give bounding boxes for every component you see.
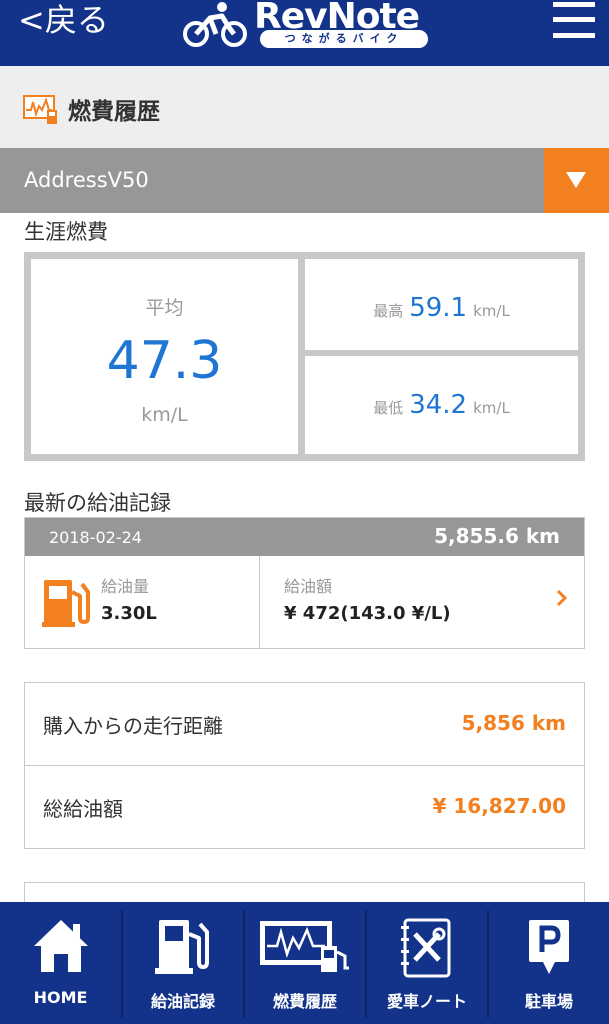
fuel-pump-icon	[42, 580, 90, 627]
lifetime-section-label: 生涯燃費	[24, 220, 108, 244]
nav-fuel-record[interactable]: 給油記録	[123, 902, 243, 1024]
amount-label: 給油額	[284, 577, 333, 596]
record-date: 2018-02-24	[49, 528, 142, 547]
vehicle-dropdown-button[interactable]	[544, 148, 609, 213]
record-detail-link[interactable]: 給油量 3.30L 給油額 ¥ 472(143.0 ¥/L)	[25, 556, 584, 648]
nav-home[interactable]: HOME	[0, 902, 121, 1024]
quantity-label: 給油量	[101, 577, 150, 596]
latest-refuel-card: 2018-02-24 5,855.6 km 給油量 3.30L 給油額 ¥ 47…	[24, 517, 585, 649]
vehicle-name: AddressV50	[24, 168, 149, 192]
average-label: 平均	[145, 297, 184, 319]
revnote-logo[interactable]: RevNote つながるバイク	[182, 0, 432, 50]
page-title: 燃費履歴	[68, 99, 160, 125]
max-label: 最高	[373, 302, 404, 320]
summary-list: 購入からの走行距離 5,856 km 総給油額 ¥ 16,827.00	[24, 682, 585, 849]
home-icon	[33, 920, 88, 972]
app-header: <戻る RevNote つながるバイク	[0, 0, 609, 66]
total-fuel-cost-label: 総給油額	[43, 797, 123, 821]
min-label: 最低	[373, 399, 404, 417]
tools-notebook-icon	[401, 918, 451, 978]
nav-parking-label: 駐車場	[524, 992, 573, 1011]
triangle-down-icon	[566, 172, 586, 188]
hamburger-menu-icon[interactable]	[553, 0, 595, 40]
fuel-chart-title-icon	[23, 95, 57, 124]
average-unit: km/L	[141, 404, 188, 426]
distance-label: 購入からの走行距離	[43, 714, 223, 738]
amount-value: ¥ 472(143.0 ¥/L)	[284, 603, 451, 624]
nav-fuel-history[interactable]: 燃費履歴	[245, 902, 365, 1024]
fuel-pump-icon	[155, 920, 209, 974]
distance-value: 5,856 km	[461, 711, 566, 735]
cyclist-logo-icon	[183, 2, 247, 47]
back-button[interactable]: <戻る	[18, 4, 109, 36]
nav-bike-notes[interactable]: 愛車ノート	[367, 902, 487, 1024]
nav-bike-notes-label: 愛車ノート	[386, 992, 467, 1011]
logo-tagline: つながるバイク	[260, 30, 428, 48]
nav-parking[interactable]: 駐車場	[489, 902, 609, 1024]
record-odometer: 5,855.6 km	[434, 524, 560, 548]
max-unit: km/L	[473, 302, 510, 320]
summary-row-distance: 購入からの走行距離 5,856 km	[25, 683, 584, 765]
min-value: 34.2	[409, 390, 468, 420]
record-divider	[259, 556, 260, 648]
chevron-right-icon	[556, 589, 568, 607]
summary-row-total-fuel-cost: 総給油額 ¥ 16,827.00	[25, 766, 584, 848]
record-header: 2018-02-24 5,855.6 km	[25, 518, 584, 556]
nav-fuel-record-label: 給油記録	[150, 992, 215, 1011]
fuel-chart-icon	[260, 921, 349, 972]
max-stat: 最高 59.1 km/L	[305, 259, 578, 350]
parking-icon	[529, 920, 569, 974]
average-value: 47.3	[106, 331, 223, 391]
bottom-navigation: HOME 給油記録 燃費履歴 愛車ノート 駐車場	[0, 902, 609, 1024]
nav-fuel-history-label: 燃費履歴	[272, 992, 337, 1011]
max-value: 59.1	[409, 293, 468, 323]
latest-refuel-section-label: 最新の給油記録	[24, 491, 171, 515]
total-fuel-cost-value: ¥ 16,827.00	[432, 794, 567, 818]
min-stat: 最低 34.2 km/L	[305, 356, 578, 454]
lifetime-stats: 平均 47.3 km/L 最高 59.1 km/L 最低 34.2 km/L	[24, 252, 585, 461]
quantity-value: 3.30L	[101, 603, 157, 624]
min-unit: km/L	[473, 399, 510, 417]
nav-home-label: HOME	[33, 988, 88, 1007]
vehicle-selector[interactable]: AddressV50	[0, 148, 609, 213]
average-stat: 平均 47.3 km/L	[31, 259, 298, 454]
